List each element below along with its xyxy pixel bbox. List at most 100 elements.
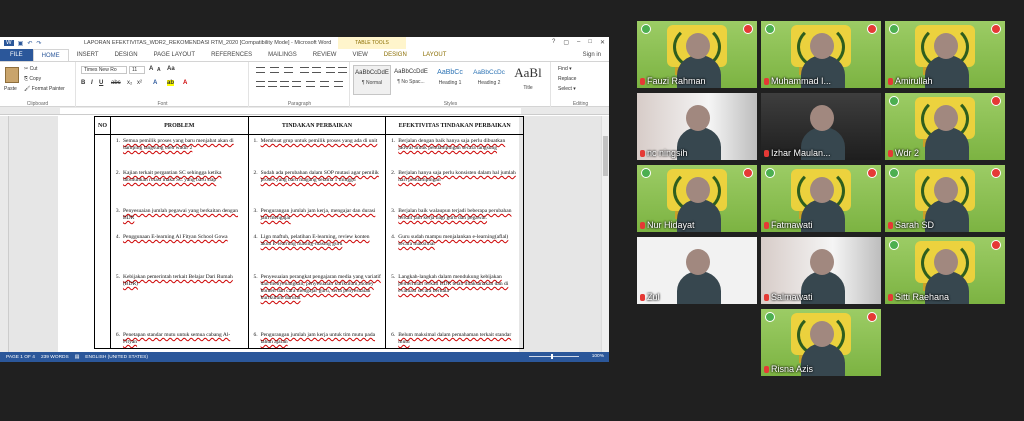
tab-mailings[interactable]: MAILINGS [260,49,305,61]
copy-button[interactable]: ⎘ Copy [24,76,41,82]
zoom-slider-thumb[interactable] [551,354,553,359]
tab-review[interactable]: REVIEW [305,49,345,61]
tab-file[interactable]: FILE [0,49,33,61]
tab-table-layout[interactable]: LAYOUT [415,49,455,61]
style-heading-1[interactable]: AaBbCc Heading 1 [431,65,469,95]
tab-view[interactable]: VIEW [344,49,375,61]
item-text: Kebijakan pemerintah terkait Belajar Dar… [122,274,233,287]
participant-tile[interactable]: nc ningsih [637,93,757,160]
show-marks-icon[interactable] [338,67,347,73]
font-size-select[interactable]: 11 [129,66,145,74]
item-text: Penyesuaian jumlah pegawai yang berkaita… [122,208,238,221]
align-center-icon[interactable] [268,81,277,87]
page-count[interactable]: PAGE 1 OF 4 [6,355,35,360]
change-case-icon[interactable]: Aa [167,66,175,72]
participant-tile[interactable]: Fatmawati [761,165,881,232]
proofing-icon[interactable]: ▤ [75,355,80,360]
vertical-scrollbar[interactable] [601,116,609,352]
participant-tile[interactable]: Risna Azis [761,309,881,376]
font-color-icon[interactable]: A [183,80,187,86]
style-no-spacing[interactable]: AaBbCcDdE ¶ No Spac... [392,65,430,95]
participant-tile[interactable]: Sarah SD [885,165,1005,232]
subscript-icon[interactable]: x₂ [127,80,132,86]
bold-icon[interactable]: B [81,80,85,86]
underline-icon[interactable]: U [99,80,103,86]
style-name: ¶ Normal [361,80,383,86]
shrink-font-icon[interactable]: A [157,67,161,73]
participant-tile[interactable]: Amirullah [885,21,1005,88]
help-button[interactable]: ? [552,39,555,46]
font-name-select[interactable]: Times New Ro [81,66,127,74]
close-button[interactable]: ✕ [600,39,605,46]
table-row[interactable]: 1. Semua pemilik proses yang baru menjaba… [94,134,524,349]
style-title[interactable]: AaBl Title [509,65,547,95]
participant-tile[interactable]: Zul [637,237,757,304]
cut-button[interactable]: ✂ Cut [24,66,37,72]
paste-button[interactable]: Paste [4,86,17,92]
borders-icon[interactable] [334,81,343,87]
decrease-indent-icon[interactable] [300,67,309,73]
participant-tile[interactable]: Nur Hidayat [637,165,757,232]
style-normal[interactable]: AaBbCcDdE ¶ Normal [353,65,391,95]
list-item: 6. Pengurangan jumlah jam kerja untuk tim… [251,332,382,346]
select-button[interactable]: Select ▾ [558,86,576,92]
shading-icon[interactable] [320,81,329,87]
word-count[interactable]: 239 WORDS [41,355,69,360]
superscript-icon[interactable]: x² [137,80,142,86]
style-heading-2[interactable]: AaBbCcDc Heading 2 [470,65,508,95]
strikethrough-icon[interactable]: abc [111,80,121,86]
tab-page-layout[interactable]: PAGE LAYOUT [146,49,203,61]
participant-tile[interactable]: Muhammad I... [761,21,881,88]
participant-tile[interactable]: Fauzi Rahman [637,21,757,88]
zoom-level[interactable]: 100% [592,354,604,359]
align-left-icon[interactable] [256,81,265,87]
text-effects-icon[interactable]: A [153,80,157,86]
minimize-button[interactable]: – [577,39,580,46]
cell-no[interactable] [94,134,111,349]
increase-indent-icon[interactable] [312,67,321,73]
zoom-slider[interactable] [529,354,579,359]
highlight-icon[interactable]: ab [167,80,175,86]
ribbon-display-button[interactable]: ▢ [563,39,569,46]
tab-insert[interactable]: INSERT [69,49,107,61]
participant-tile[interactable]: Salmawati [761,237,881,304]
vertical-ruler[interactable] [0,116,9,352]
document-area[interactable]: NO PROBLEM TINDAKAN PERBAIKAN EFEKTIVITA… [0,116,609,352]
cell-efektivitas[interactable]: 1. Berjalan dengan baik hanya saja perlu … [385,134,524,349]
find-button[interactable]: Find ▾ [558,66,572,72]
language-status[interactable]: ENGLISH (UNITED STATES) [85,355,148,360]
align-right-icon[interactable] [280,81,289,87]
logo-icon [765,168,775,178]
list-item: 6. Penetapan standar mutu untuk semua cab… [113,332,244,346]
sort-icon[interactable] [326,67,335,73]
sign-in-link[interactable]: Sign in [583,49,601,61]
italic-icon[interactable]: I [91,80,93,86]
cell-problem[interactable]: 1. Semua pemilik proses yang baru menjaba… [109,134,249,349]
participant-tile[interactable]: Izhar Maulan... [761,93,881,160]
horizontal-ruler[interactable] [0,107,609,115]
tab-table-design[interactable]: DESIGN [376,49,415,61]
justify-icon[interactable] [292,81,301,87]
replace-button[interactable]: Replace [558,76,576,82]
tab-design[interactable]: DESIGN [107,49,146,61]
format-painter-button[interactable]: 🖌 Format Painter [24,86,65,92]
cell-tindakan[interactable]: 1. Membuat grup untuk pemilik proses yang… [247,134,387,349]
tab-home[interactable]: HOME [32,49,69,61]
document-page[interactable]: NO PROBLEM TINDAKAN PERBAIKAN EFEKTIVITA… [58,116,524,352]
tab-references[interactable]: REFERENCES [203,49,260,61]
participant-tile[interactable]: Sitti Raehana [885,237,1005,304]
format-painter-label: Format Painter [31,86,65,92]
grow-font-icon[interactable]: A [149,66,153,72]
bullets-icon[interactable] [256,67,265,73]
multilevel-list-icon[interactable] [284,67,293,73]
maximize-button[interactable]: □ [588,39,592,46]
scrollbar-thumb[interactable] [603,136,608,176]
save-icon[interactable]: ▣ [18,40,24,47]
paste-icon[interactable] [5,67,19,83]
participant-tile[interactable]: Wdr 2 [885,93,1005,160]
numbering-icon[interactable] [270,67,279,73]
recommendation-table[interactable]: NO PROBLEM TINDAKAN PERBAIKAN EFEKTIVITA… [94,116,524,349]
line-spacing-icon[interactable] [306,81,315,87]
undo-icon[interactable]: ↶ [27,40,32,47]
redo-icon[interactable]: ↷ [36,40,41,47]
